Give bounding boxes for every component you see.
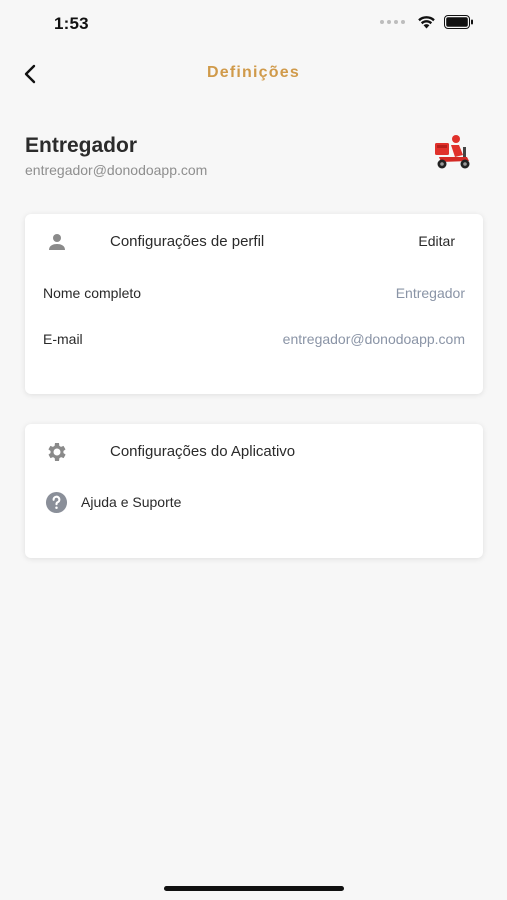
profile-settings-card: Configurações de perfil Editar Nome comp… — [25, 214, 483, 394]
cellular-signal-icon — [380, 20, 405, 24]
page-title: Definições — [207, 64, 300, 81]
full-name-value: Entregador — [395, 285, 465, 301]
header: Definições — [0, 52, 507, 96]
full-name-row: Nome completo Entregador — [43, 283, 465, 307]
email-row: E-mail entregador@donodoapp.com — [43, 329, 465, 353]
email-value: entregador@donodoapp.com — [282, 331, 465, 347]
gear-icon — [48, 443, 66, 461]
delivery-scooter-icon — [435, 135, 470, 169]
email-label: E-mail — [43, 331, 83, 347]
profile-name: Entregador — [25, 134, 138, 157]
profile-settings-title: Configurações de perfil — [110, 233, 265, 250]
profile-settings-header: Configurações de perfil Editar — [25, 226, 483, 258]
settings-screen: 1:53 Definições Entregador entregador@do… — [0, 0, 507, 900]
profile-email: entregador@donodoapp.com — [25, 162, 208, 178]
help-support-item[interactable]: Ajuda e Suporte — [45, 490, 181, 514]
status-time: 1:53 — [54, 14, 89, 33]
profile-summary: Entregador entregador@donodoapp.com — [25, 134, 483, 184]
wifi-icon — [418, 16, 435, 29]
full-name-label: Nome completo — [43, 285, 142, 301]
status-bar: 1:53 — [0, 0, 507, 48]
help-support-label: Ajuda e Suporte — [81, 494, 182, 510]
app-settings-header: Configurações do Aplicativo — [25, 436, 483, 468]
person-icon — [49, 234, 65, 250]
battery-icon — [444, 15, 473, 29]
home-indicator[interactable] — [164, 886, 344, 891]
app-settings-title: Configurações do Aplicativo — [110, 443, 296, 460]
app-settings-card: Configurações do Aplicativo Ajuda e Supo… — [25, 424, 483, 558]
status-icons — [380, 15, 474, 29]
edit-profile-button[interactable]: Editar — [418, 233, 455, 249]
avatar — [423, 129, 483, 173]
help-circle-icon — [45, 491, 68, 513]
